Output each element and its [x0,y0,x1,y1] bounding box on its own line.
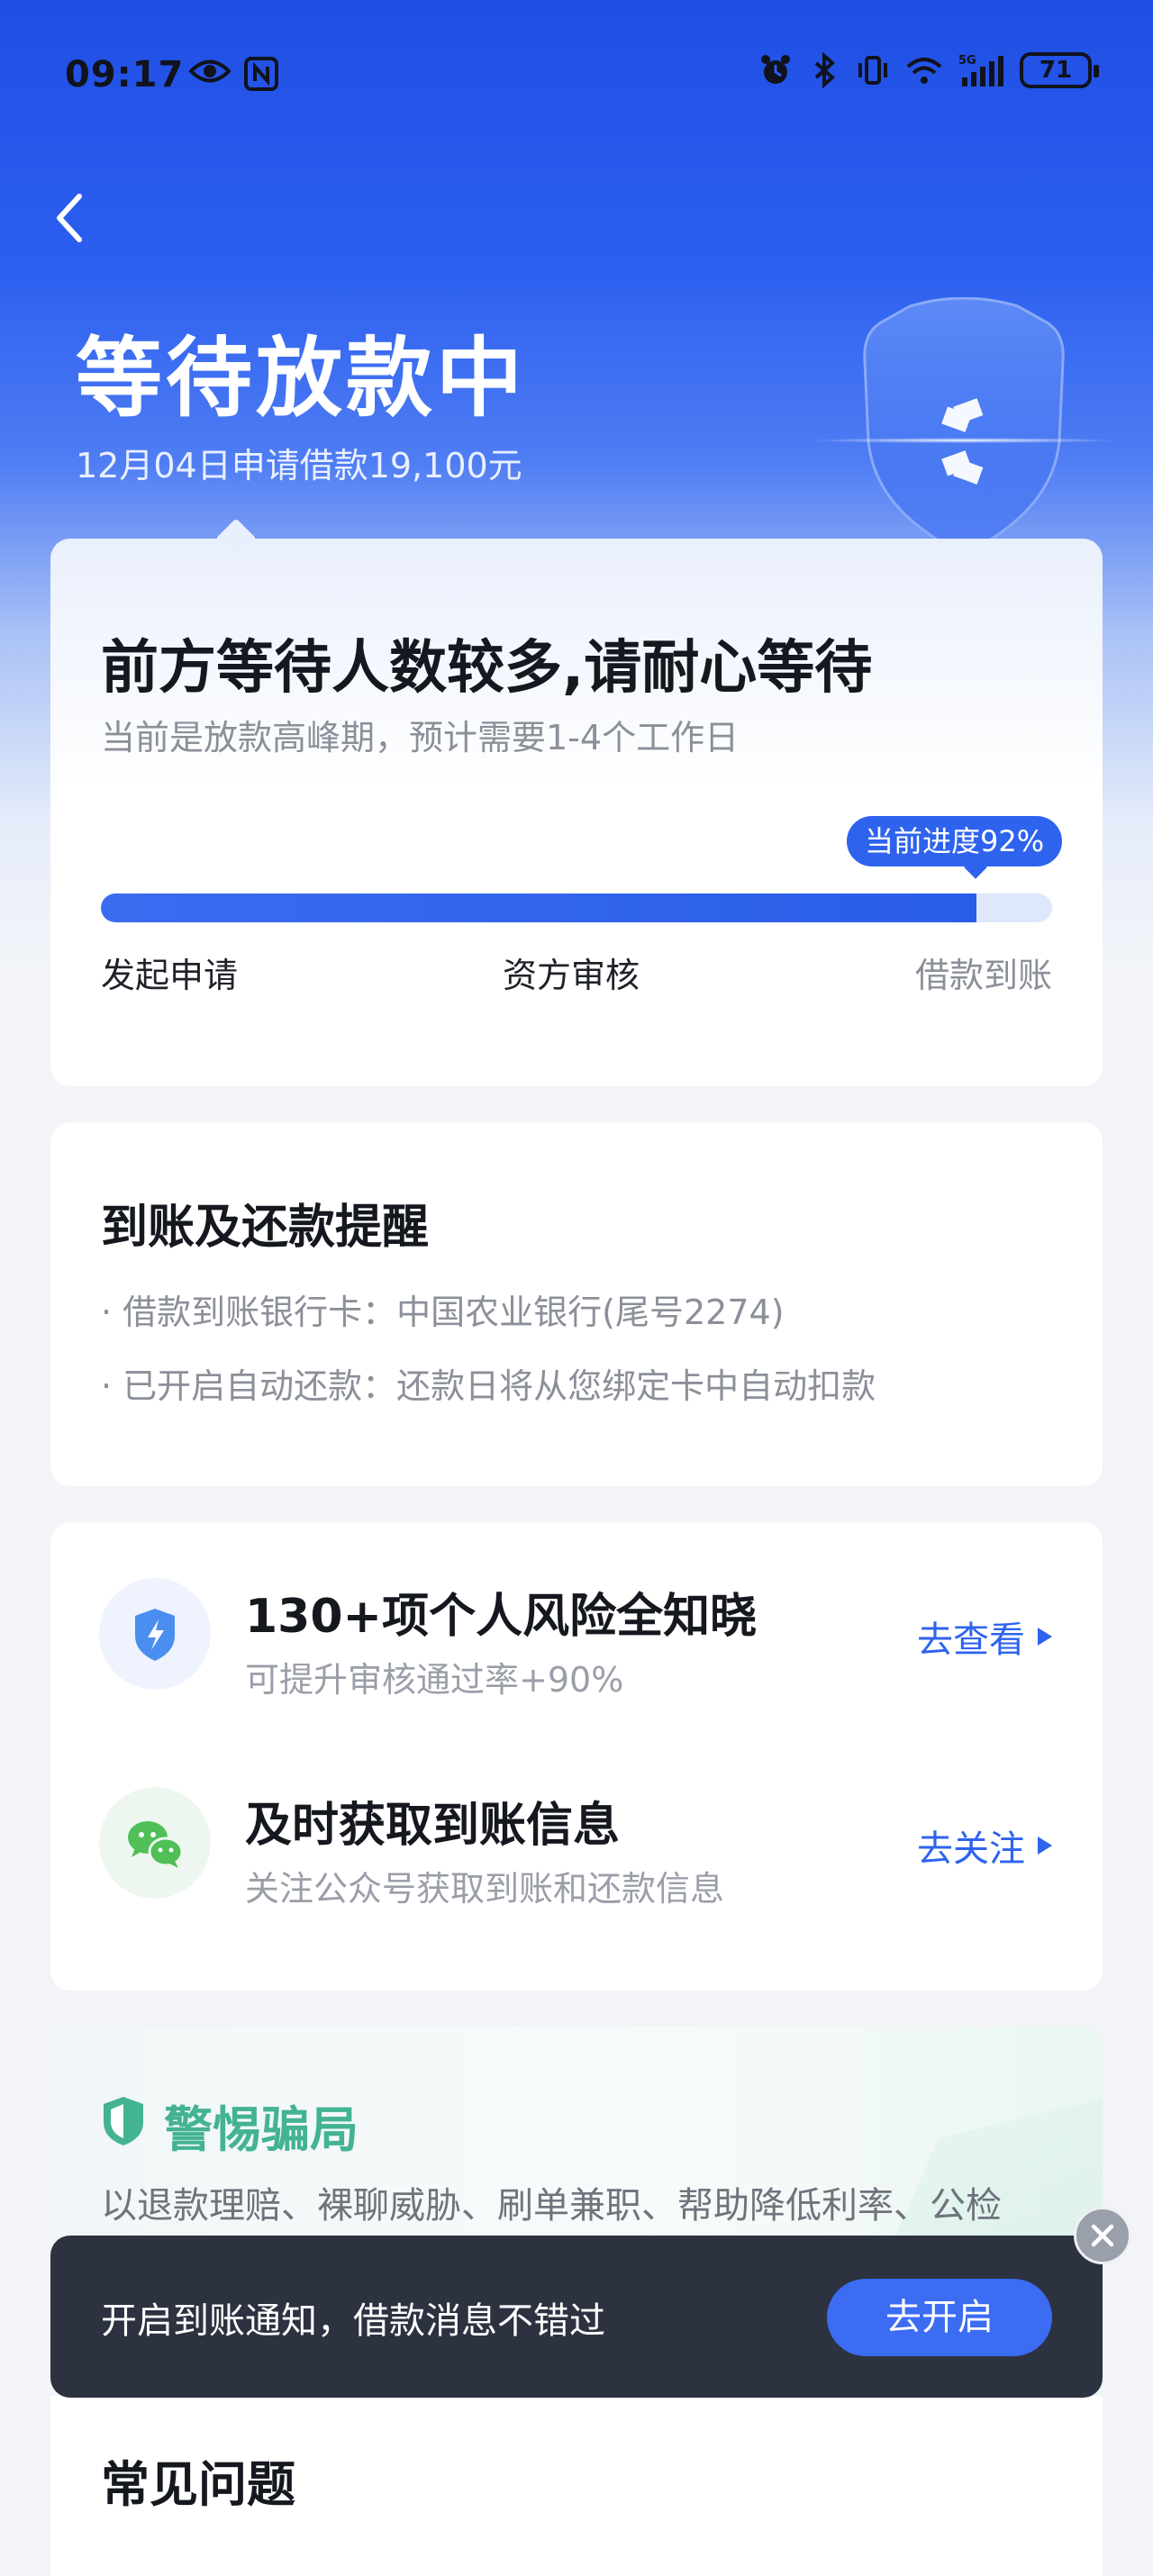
progress-badge: 当前进度92% [847,816,1063,866]
nfc-icon [244,57,278,91]
shield-lightning-icon [99,1578,211,1690]
fraud-warning-text: 以退款理赔、裸聊威胁、刷单兼职、帮助降低利率、公检 [101,2185,1002,2227]
wait-headline: 前方等待人数较多,请耐心等待 [101,635,873,702]
risk-check-row[interactable]: 130+项个人风险全知晓 可提升审核通过率+90% 去查看 [50,1547,1103,1728]
vibrate-icon [858,56,887,85]
status-icons: 5G 71 [758,52,1099,88]
triangle-right-icon [1038,1837,1052,1855]
wechat-icon [99,1787,211,1899]
risk-check-subtitle: 可提升审核通过率+90% [245,1660,624,1700]
progress-card: 前方等待人数较多,请耐心等待 当前是放款高峰期，预计需要1-4个工作日 当前进度… [50,518,1103,1086]
reminder-title: 到账及还款提醒 [101,1201,430,1255]
wifi-icon [906,58,942,84]
reminder-bank-card: · 借款到账银行卡：中国农业银行(尾号2274) [101,1293,785,1332]
reminder-auto-repay: · 已开启自动还款：还款日将从您绑定卡中自动扣款 [101,1366,876,1406]
enable-notification-button[interactable]: 去开启 [827,2279,1052,2356]
signal-5g-icon: 5G [958,54,1003,86]
notification-toast: 开启到账通知，借款消息不错过 去开启 [50,2236,1103,2398]
step-review: 资方审核 [503,956,640,995]
wait-description: 当前是放款高峰期，预计需要1-4个工作日 [101,718,740,757]
faq-title: 常见问题 [101,2456,295,2513]
shield-check-icon [104,2097,143,2145]
follow-account-title: 及时获取到账信息 [245,1799,621,1853]
eye-icon [189,59,231,83]
page-title: 等待放款中 [76,328,526,429]
close-icon[interactable] [1074,2207,1131,2264]
reminder-card: 到账及还款提醒 · 借款到账银行卡：中国农业银行(尾号2274) · 已开启自动… [50,1122,1103,1486]
follow-account-subtitle: 关注公众号获取到账和还款信息 [245,1869,725,1909]
fraud-warning-title: 警惕骗局 [164,2101,359,2158]
battery-level: 71 [1039,57,1073,84]
step-arrival: 借款到账 [914,956,1052,995]
alarm-icon [761,55,790,84]
back-arrow-icon[interactable] [50,189,86,247]
follow-account-row[interactable]: 及时获取到账信息 关注公众号获取到账和还款信息 去关注 [50,1756,1103,1937]
status-time: 09:17 [65,54,185,95]
follow-label: 去关注 [917,1828,1025,1870]
svg-text:5G: 5G [958,54,976,68]
battery-icon: 71 [1020,52,1099,88]
toast-message: 开启到账通知，借款消息不错过 [101,2300,605,2342]
risk-check-title: 130+项个人风险全知晓 [245,1590,758,1644]
follow-link[interactable]: 去关注 [917,1819,1052,1872]
view-risk-label: 去查看 [917,1619,1025,1661]
view-risk-link[interactable]: 去查看 [917,1610,1052,1663]
status-bar: 09:17 5G 71 [0,0,1153,153]
progress-fill [101,893,976,922]
triangle-right-icon [1038,1628,1052,1646]
bluetooth-icon [814,52,836,88]
shield-logo-icon [811,297,1117,560]
action-card: 130+项个人风险全知晓 可提升审核通过率+90% 去查看 及时获取到账信息 关… [50,1522,1103,1991]
step-apply: 发起申请 [101,956,239,995]
progress-track [101,893,1052,922]
page-subtitle: 12月04日申请借款19,100元 [76,446,522,485]
faq-card: 常见问题 [50,2396,1103,2576]
